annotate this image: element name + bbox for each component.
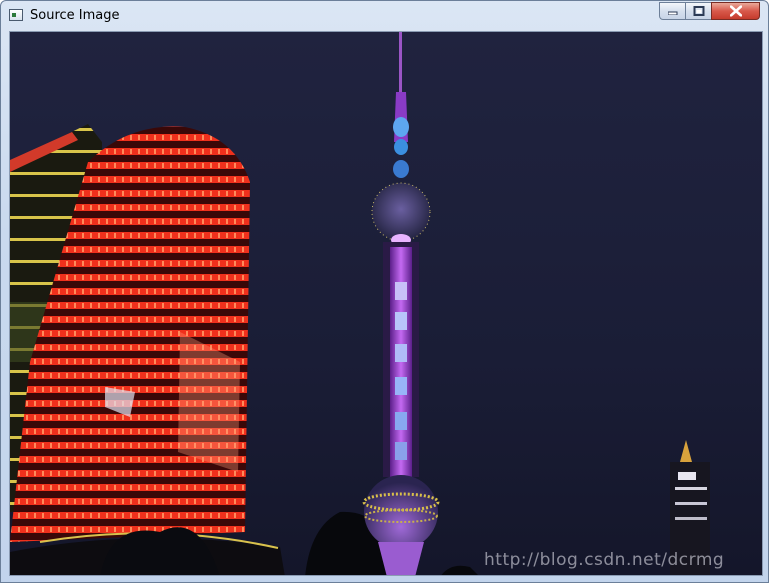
minimize-icon bbox=[667, 11, 677, 15]
close-icon bbox=[729, 5, 742, 17]
maximize-button[interactable] bbox=[685, 2, 712, 20]
minimize-button[interactable] bbox=[659, 2, 686, 20]
restore-icon bbox=[693, 6, 704, 16]
close-button[interactable] bbox=[711, 2, 760, 20]
title-bar[interactable]: Source Image bbox=[1, 1, 768, 30]
window-app-icon[interactable] bbox=[9, 9, 23, 21]
watermark-text: http://blog.csdn.net/dcrmg bbox=[484, 550, 725, 570]
image-canvas: http://blog.csdn.net/dcrmg bbox=[9, 31, 763, 576]
window-title: Source Image bbox=[30, 8, 120, 23]
app-window: Source Image http://blog.csdn.net/dcrmg bbox=[0, 0, 769, 583]
night-skyline-photo bbox=[10, 32, 762, 575]
